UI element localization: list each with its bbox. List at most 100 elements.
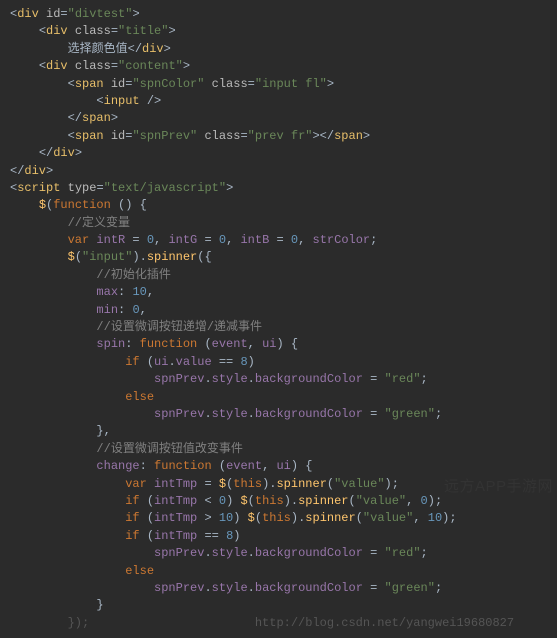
code-token: spnPrev bbox=[154, 546, 204, 560]
code-line[interactable]: //设置微调按钮递增/递减事件 bbox=[10, 319, 549, 336]
code-line[interactable]: else bbox=[10, 389, 549, 406]
code-token: : bbox=[118, 285, 132, 299]
code-token: > bbox=[327, 77, 334, 91]
code-token: //定义变量 bbox=[68, 216, 130, 230]
code-token: script bbox=[17, 181, 60, 195]
code-line[interactable]: </div> bbox=[10, 145, 549, 162]
code-line[interactable]: <div class="title"> bbox=[10, 23, 549, 40]
code-line[interactable]: $("input").spinner({ bbox=[10, 249, 549, 266]
code-token: 8 bbox=[240, 355, 247, 369]
code-token: , bbox=[298, 233, 312, 247]
code-line[interactable]: var intTmp = $(this).spinner("value"); bbox=[10, 476, 549, 493]
code-token: ). bbox=[284, 494, 298, 508]
code-line[interactable]: $(function () { bbox=[10, 197, 549, 214]
code-token: = bbox=[197, 233, 219, 247]
code-line[interactable]: spnPrev.style.backgroundColor = "green"; bbox=[10, 406, 549, 423]
code-token bbox=[104, 77, 111, 91]
code-token: ( bbox=[248, 494, 255, 508]
code-token: ( bbox=[349, 494, 356, 508]
code-line[interactable]: <div id="divtest"> bbox=[10, 6, 549, 23]
code-token: ( bbox=[197, 337, 211, 351]
code-line[interactable]: <script type="text/javascript"> bbox=[10, 180, 549, 197]
code-line[interactable]: if (intTmp == 8) bbox=[10, 528, 549, 545]
code-line[interactable]: change: function (event, ui) { bbox=[10, 458, 549, 475]
code-line[interactable]: </div> bbox=[10, 163, 549, 180]
code-token: style bbox=[212, 546, 248, 560]
code-token: span bbox=[75, 129, 104, 143]
code-token: } bbox=[96, 598, 103, 612]
code-line[interactable]: //设置微调按钮值改变事件 bbox=[10, 441, 549, 458]
code-line[interactable]: var intR = 0, intG = 0, intB = 0, strCol… bbox=[10, 232, 549, 249]
code-line[interactable]: //初始化插件 bbox=[10, 267, 549, 284]
code-token: ) bbox=[233, 529, 240, 543]
code-token: div bbox=[53, 146, 75, 160]
code-token: class bbox=[204, 129, 240, 143]
code-token: ; bbox=[421, 372, 428, 386]
code-token: this bbox=[255, 494, 284, 508]
code-token: ( bbox=[75, 250, 82, 264]
code-token: ( bbox=[356, 511, 363, 525]
code-token: == bbox=[197, 529, 226, 543]
code-token: function bbox=[154, 459, 212, 473]
code-token: = bbox=[240, 129, 247, 143]
code-token: spnPrev bbox=[154, 407, 204, 421]
code-token: 0 bbox=[147, 233, 154, 247]
code-line[interactable]: }, bbox=[10, 423, 549, 440]
code-token: value bbox=[176, 355, 212, 369]
code-line[interactable]: spnPrev.style.backgroundColor = "green"; bbox=[10, 580, 549, 597]
code-line[interactable]: <input /> bbox=[10, 93, 549, 110]
code-token: else bbox=[125, 564, 154, 578]
code-token: div bbox=[17, 7, 39, 21]
code-token: "green" bbox=[385, 581, 435, 595]
code-token: backgroundColor bbox=[255, 546, 363, 560]
code-line[interactable]: spnPrev.style.backgroundColor = "red"; bbox=[10, 545, 549, 562]
code-token: spin bbox=[96, 337, 125, 351]
code-token: $ bbox=[219, 477, 226, 491]
code-token: ) bbox=[248, 355, 255, 369]
code-token: == bbox=[212, 355, 241, 369]
code-token: }, bbox=[96, 424, 110, 438]
code-token: < bbox=[68, 77, 75, 91]
code-line[interactable]: max: 10, bbox=[10, 284, 549, 301]
code-token: function bbox=[140, 337, 198, 351]
code-token: 0 bbox=[132, 303, 139, 317]
code-token: 8 bbox=[226, 529, 233, 543]
code-token: backgroundColor bbox=[255, 407, 363, 421]
code-token bbox=[39, 7, 46, 21]
code-token bbox=[104, 129, 111, 143]
code-token: , bbox=[154, 233, 168, 247]
code-line[interactable]: if (intTmp < 0) $(this).spinner("value",… bbox=[10, 493, 549, 510]
code-token: span bbox=[334, 129, 363, 143]
code-token: if bbox=[125, 494, 139, 508]
code-line[interactable]: </span> bbox=[10, 110, 549, 127]
code-token: event bbox=[226, 459, 262, 473]
code-line[interactable]: if (intTmp > 10) $(this).spinner("value"… bbox=[10, 510, 549, 527]
code-line[interactable]: <span id="spnPrev" class="prev fr"></spa… bbox=[10, 128, 549, 145]
code-token: > bbox=[111, 111, 118, 125]
code-token: ui bbox=[154, 355, 168, 369]
code-token: > bbox=[363, 129, 370, 143]
code-editor[interactable]: <div id="divtest"> <div class="title"> 选… bbox=[0, 0, 557, 638]
code-line[interactable]: if (ui.value == 8) bbox=[10, 354, 549, 371]
code-token: $ bbox=[39, 198, 46, 212]
code-line[interactable]: else bbox=[10, 563, 549, 580]
code-line[interactable]: <span id="spnColor" class="input fl"> bbox=[10, 76, 549, 93]
code-token: . bbox=[204, 581, 211, 595]
code-token: "text/javascript" bbox=[104, 181, 226, 195]
code-line[interactable]: spnPrev.style.backgroundColor = "red"; bbox=[10, 371, 549, 388]
code-token: ></ bbox=[312, 129, 334, 143]
code-token: = bbox=[363, 581, 385, 595]
code-line[interactable]: spin: function (event, ui) { bbox=[10, 336, 549, 353]
code-token: event bbox=[212, 337, 248, 351]
code-token: ). bbox=[132, 250, 146, 264]
code-line[interactable]: } bbox=[10, 597, 549, 614]
code-line[interactable]: }); http://blog.csdn.net/yangwei19680827 bbox=[10, 615, 549, 632]
code-token: = bbox=[248, 77, 255, 91]
code-token: > bbox=[75, 146, 82, 160]
code-token: () { bbox=[111, 198, 147, 212]
code-line[interactable]: <div class="content"> bbox=[10, 58, 549, 75]
code-token: /> bbox=[140, 94, 162, 108]
code-line[interactable]: min: 0, bbox=[10, 302, 549, 319]
code-line[interactable]: //定义变量 bbox=[10, 215, 549, 232]
code-line[interactable]: 选择颜色值</div> bbox=[10, 41, 549, 58]
